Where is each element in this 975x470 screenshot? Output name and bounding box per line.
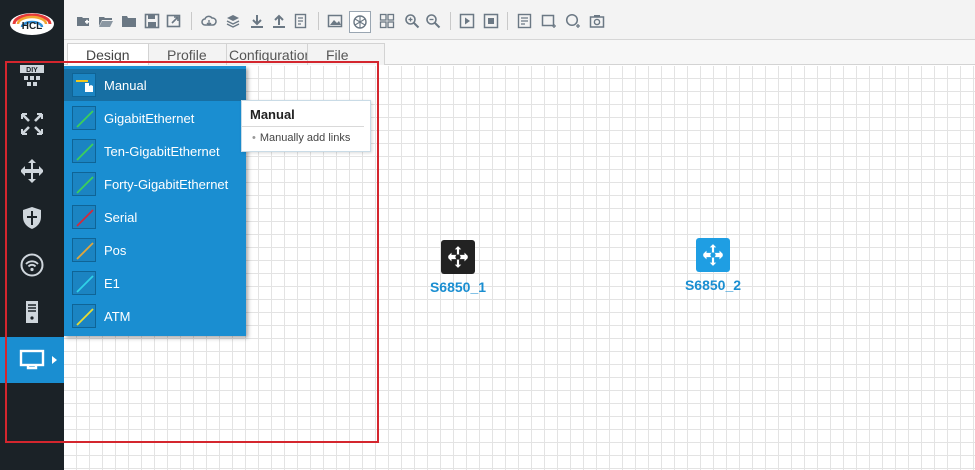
cloud-icon[interactable] [200,12,218,30]
device-s6850-1[interactable]: S6850_1 [418,240,498,295]
hcl-logo: HCL [8,7,56,37]
zoom-out-icon[interactable] [424,12,442,30]
logo-text: HCL [22,21,43,32]
camera-icon[interactable] [588,12,606,30]
open-icon[interactable] [97,12,115,30]
zoom-in-icon[interactable] [403,12,421,30]
device-s6850-2[interactable]: S6850_2 [673,238,753,293]
save-icon[interactable] [143,12,161,30]
network-icon[interactable] [349,11,371,33]
stop-icon[interactable] [482,12,500,30]
ellipse-icon[interactable] [564,12,582,30]
highlight-box [5,61,379,443]
switch-device-icon [441,240,475,274]
export-icon[interactable] [165,12,183,30]
toolbar-separator [507,12,508,30]
rectangle-icon[interactable] [540,12,558,30]
start-icon[interactable] [458,12,476,30]
toolbar-separator [191,12,192,30]
download-icon[interactable] [248,12,266,30]
switch-device-icon [696,238,730,272]
device-label: S6850_2 [684,277,742,293]
grid-icon[interactable] [378,12,396,30]
notes-icon[interactable] [516,12,534,30]
toolbar-separator [318,12,319,30]
layers-icon[interactable] [224,12,242,30]
device-label: S6850_1 [429,279,487,295]
image-icon[interactable] [326,12,344,30]
new-topology-icon[interactable] [74,12,92,30]
properties-icon[interactable] [292,12,310,30]
toolbar [64,0,975,40]
upload-icon[interactable] [270,12,288,30]
folder-icon[interactable] [120,12,138,30]
toolbar-separator [450,12,451,30]
